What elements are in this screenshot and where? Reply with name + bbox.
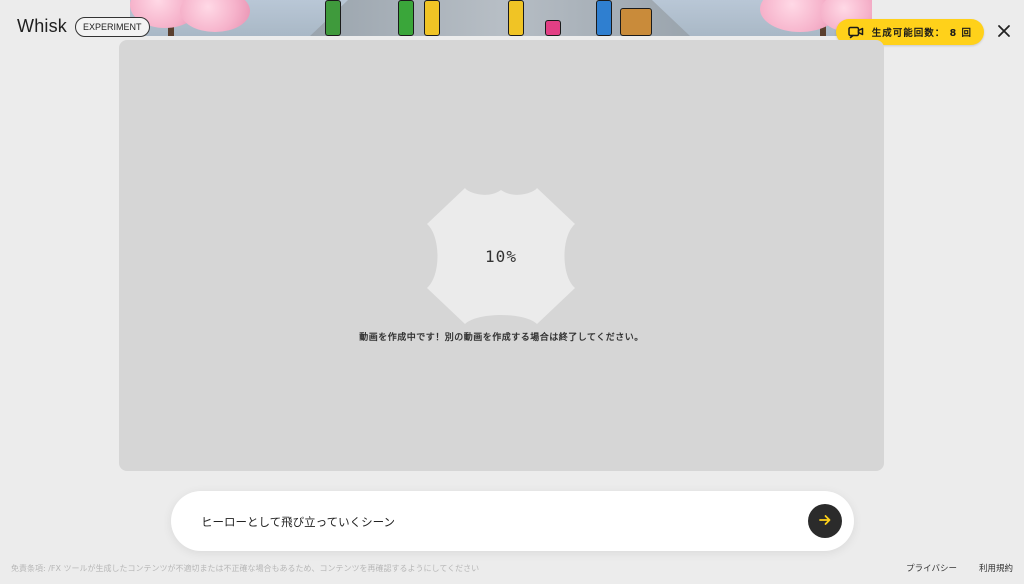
terms-link[interactable]: 利用規約 bbox=[979, 562, 1013, 574]
send-button[interactable] bbox=[808, 504, 842, 538]
hero-leg bbox=[545, 20, 561, 36]
arrow-right-icon bbox=[818, 512, 832, 531]
footer-links: プライバシー 利用規約 bbox=[906, 562, 1013, 574]
page: Whisk EXPERIMENT 生成可能回数： 8 回 10% 動画を作成中で… bbox=[0, 0, 1024, 584]
video-add-icon bbox=[848, 24, 864, 40]
privacy-link[interactable]: プライバシー bbox=[906, 562, 957, 574]
experiment-badge: EXPERIMENT bbox=[75, 16, 150, 37]
brand[interactable]: Whisk EXPERIMENT bbox=[17, 16, 150, 37]
prompt-input[interactable] bbox=[199, 511, 793, 533]
close-icon bbox=[997, 23, 1011, 42]
video-generation-panel: 10% 動画を作成中です！別の動画を作成する場合は終了してください。 bbox=[119, 40, 884, 471]
generation-status-message: 動画を作成中です！別の動画を作成する場合は終了してください。 bbox=[359, 333, 644, 343]
credits-label: 生成可能回数： 8 回 bbox=[871, 28, 972, 39]
hero-leg bbox=[325, 0, 341, 36]
disclaimer-text: 免責条項: /FX ツールが生成したコンテンツが不適切または不正確な場合もあるた… bbox=[11, 564, 480, 573]
hero-image-strip bbox=[130, 0, 872, 36]
hero-leg bbox=[596, 0, 612, 36]
hero-leg bbox=[398, 0, 414, 36]
prompt-bar bbox=[171, 491, 854, 551]
close-button[interactable] bbox=[995, 23, 1013, 41]
cherry-blossom bbox=[180, 0, 250, 32]
hero-leg bbox=[424, 0, 440, 36]
dog-figure bbox=[620, 8, 652, 36]
progress-percentage: 10% bbox=[485, 246, 517, 266]
hero-leg bbox=[508, 0, 524, 36]
brand-name: Whisk bbox=[17, 16, 67, 36]
